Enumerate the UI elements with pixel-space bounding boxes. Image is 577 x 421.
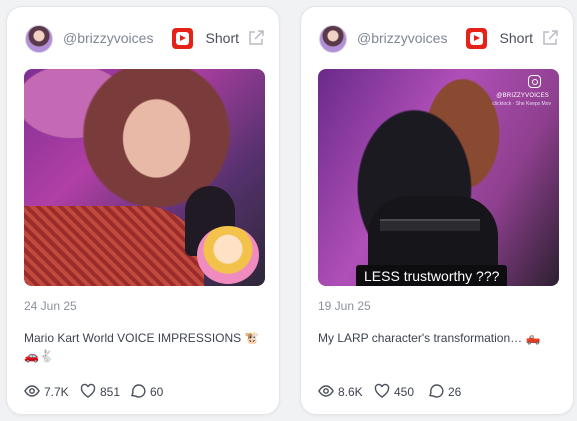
eye-icon [318,385,334,397]
comment-icon [131,384,146,398]
external-link-icon[interactable] [247,29,265,47]
thumbnail-caption: clicktock · She Keeps Mov [492,101,551,107]
video-thumbnail[interactable] [24,69,265,286]
youtube-icon [466,28,487,49]
eye-icon [24,385,40,397]
heart-icon [80,383,96,398]
likes-count: 450 [394,385,415,399]
avatar[interactable] [25,25,53,53]
comments-count: 26 [448,385,462,399]
views-count: 8.6K [338,385,363,399]
video-card[interactable]: @brizzyvoices Short @BRIZZYVOICES clickt… [300,6,574,415]
post-date: 24 Jun 25 [24,299,77,313]
comment-icon [429,384,444,398]
post-date: 19 Jun 25 [318,299,371,313]
platform-label: Short [205,30,239,46]
likes-count: 851 [100,385,121,399]
card-header: @brizzyvoices Short [25,25,265,53]
creator-handle[interactable]: @brizzyvoices [63,30,153,46]
avatar[interactable] [319,25,347,53]
youtube-icon [172,28,193,49]
video-thumbnail[interactable]: @BRIZZYVOICES clicktock · She Keeps Mov … [318,69,559,286]
card-header: @brizzyvoices Short [319,25,559,53]
peach-sticker [197,226,259,284]
video-title: My LARP character's transformation… 🛻 [318,331,541,345]
video-title: Mario Kart World VOICE IMPRESSIONS 🐮🚗🐇 [24,331,260,363]
platform-label: Short [499,30,533,46]
comments-count: 60 [150,385,164,399]
creator-handle[interactable]: @brizzyvoices [357,30,447,46]
external-link-icon[interactable] [541,29,559,47]
instagram-icon [528,75,541,88]
thumbnail-overlay-text: LESS trustworthy ??? [356,265,508,286]
video-card[interactable]: @brizzyvoices Short 24 Jun 25 Mario Kart… [6,6,280,415]
thumbnail-handle: @BRIZZYVOICES [496,93,549,99]
heart-icon [374,383,390,398]
views-count: 7.7K [44,385,69,399]
